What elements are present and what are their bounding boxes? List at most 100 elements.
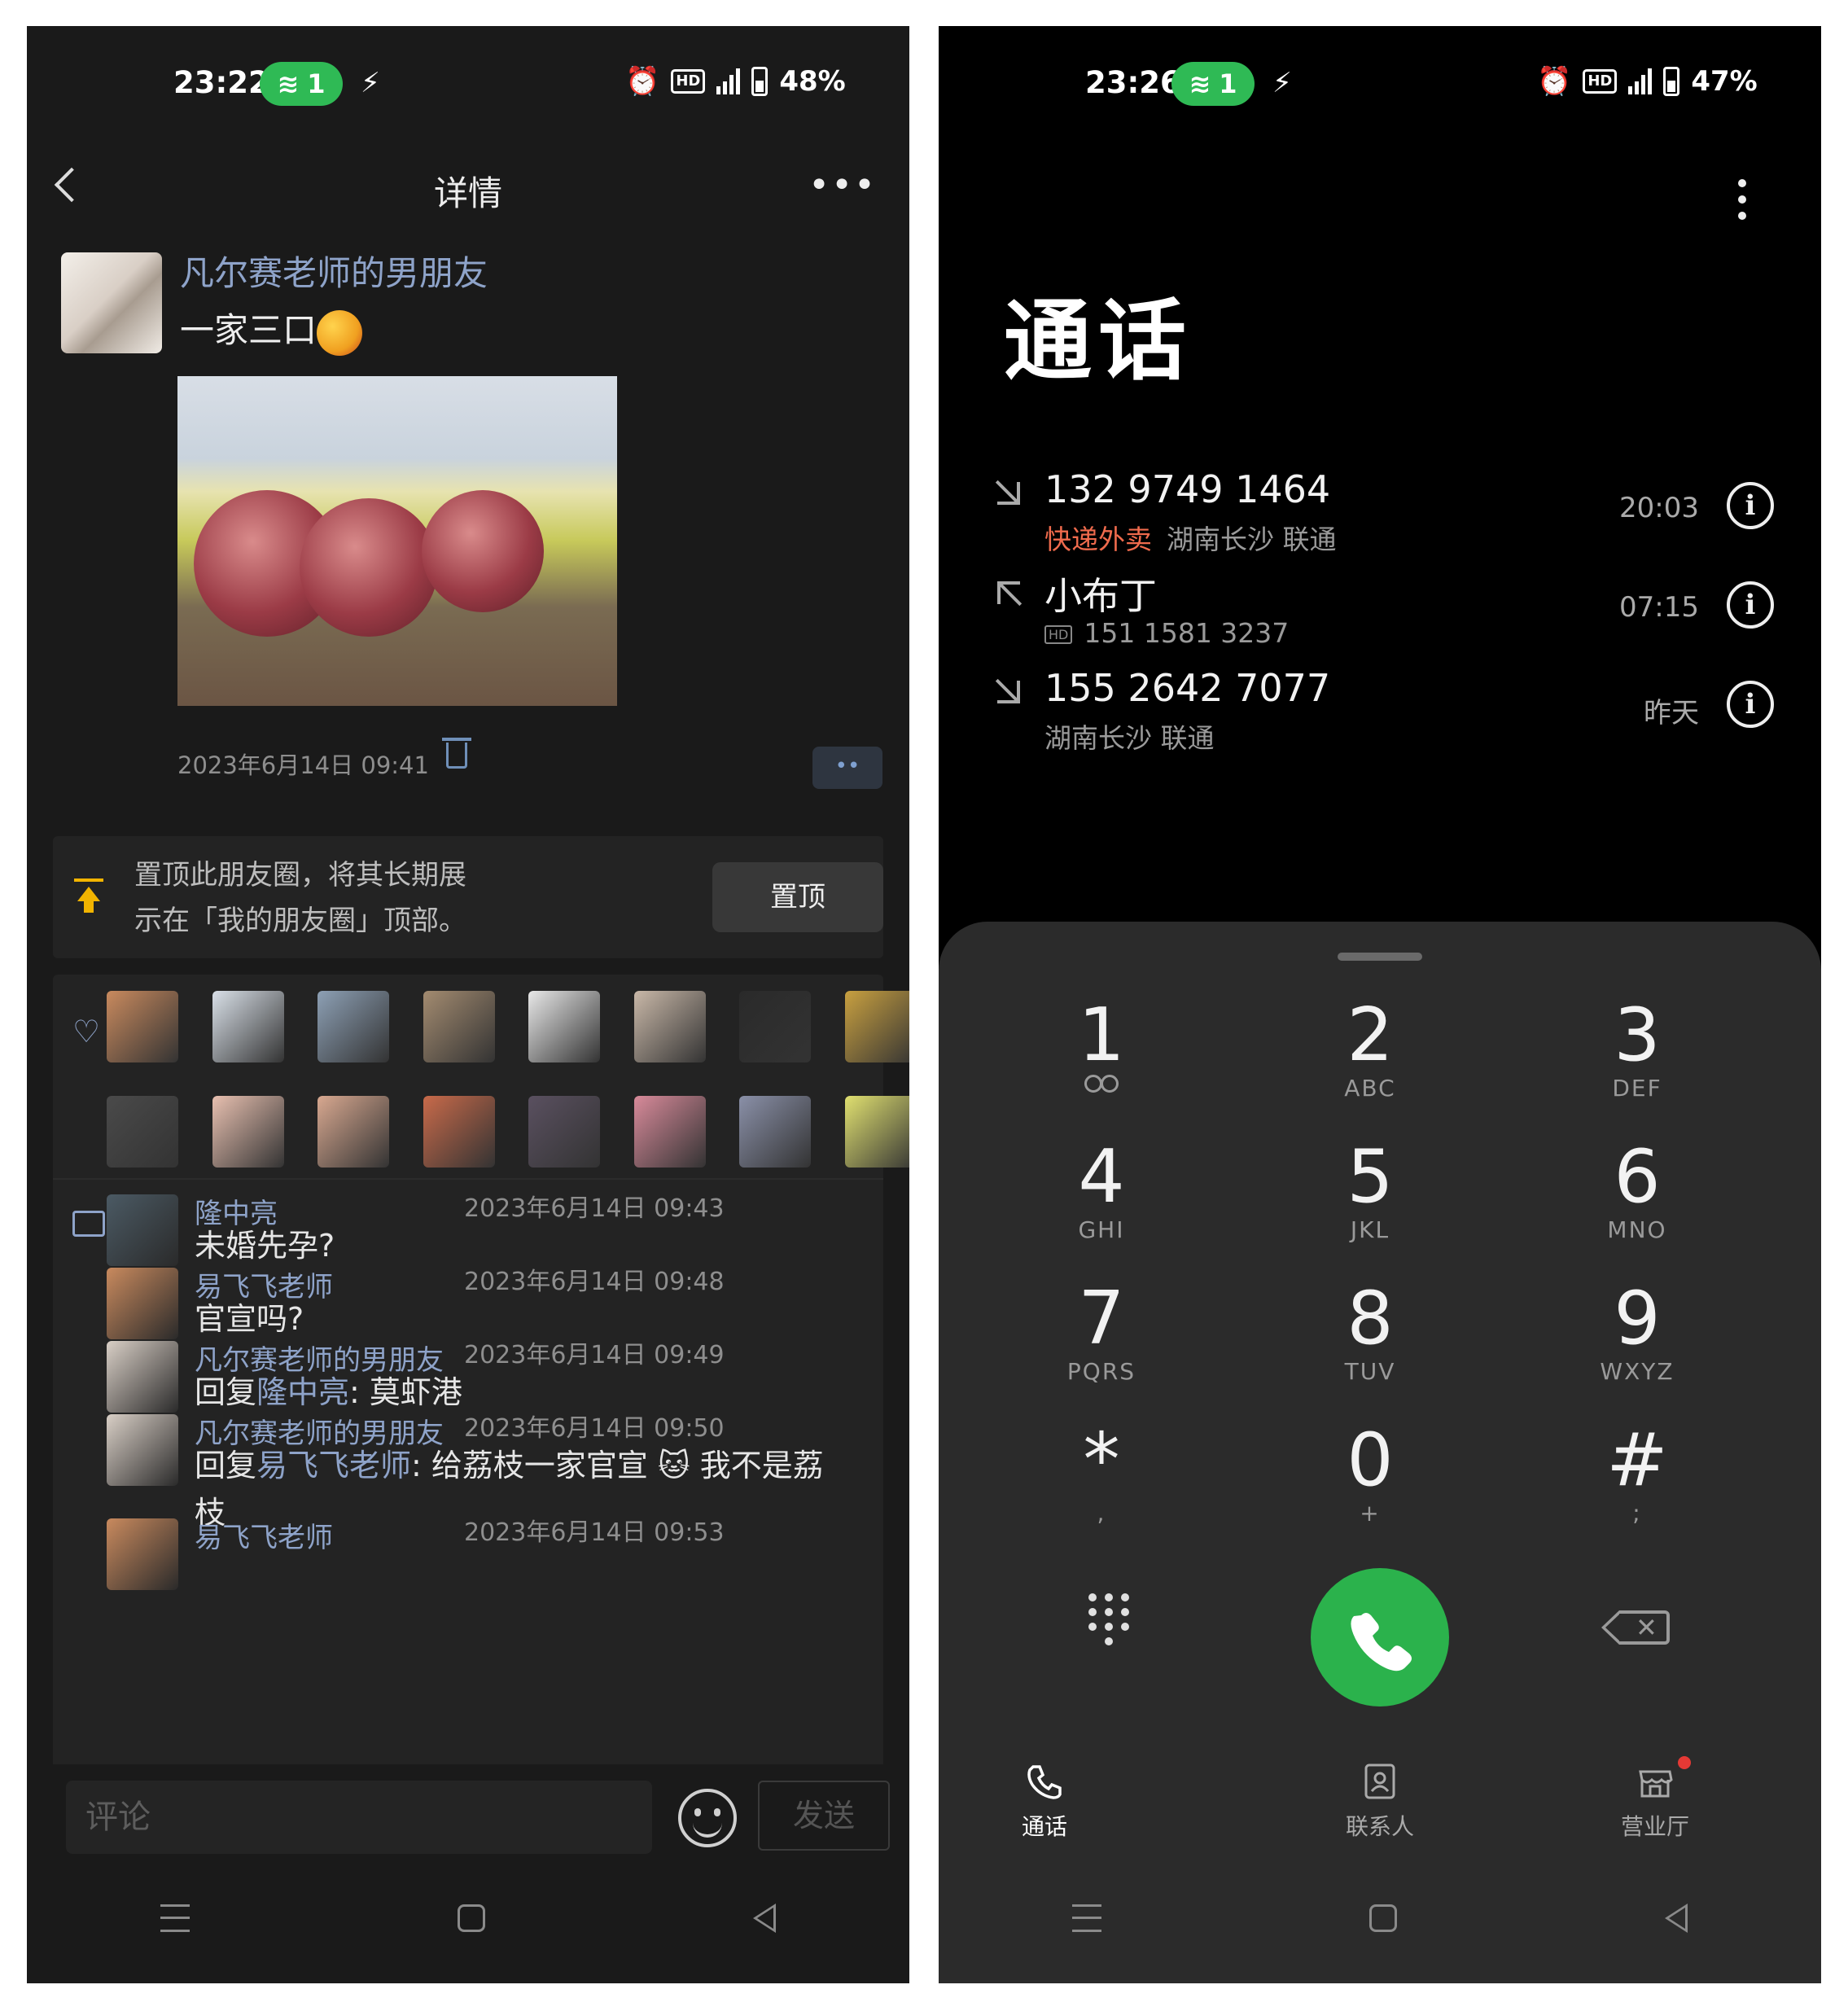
liker-avatar[interactable] [212,1096,284,1168]
liker-avatar[interactable] [739,991,811,1062]
info-icon[interactable]: i [1727,681,1774,728]
back-nav-icon[interactable] [752,1904,776,1933]
header: 详情 ••• [27,148,909,230]
liker-avatar[interactable] [423,991,495,1062]
author-avatar[interactable] [61,252,162,353]
post-photo[interactable] [177,376,617,706]
wifi-badge: ≋ 1 [1171,62,1255,106]
liker-avatar[interactable] [528,1096,600,1168]
key-hash[interactable]: #; [1523,1422,1751,1560]
commenter-avatar[interactable] [107,1518,178,1590]
info-icon[interactable]: i [1727,482,1774,529]
commenter-avatar[interactable] [107,1268,178,1339]
lychee-image-part [300,498,438,637]
liker-avatar[interactable] [633,991,706,1062]
status-time: 23:26 [1085,65,1181,100]
status-bar: 23:22 ≋ 1 ⚡ ⏰ HD 48% [27,26,909,140]
notification-dot [1678,1756,1691,1769]
hd-icon: HD [1583,69,1618,94]
more-vert-icon[interactable] [1738,179,1746,228]
wechat-moment-detail-screen: 23:22 ≋ 1 ⚡ ⏰ HD 48% 详情 ••• 凡尔赛老师的男朋友 一家三… [27,26,909,1983]
battery-icon [1663,67,1680,96]
status-right: ⏰ HD 47% [1537,65,1758,98]
emoji-icon[interactable] [678,1789,737,1847]
signal-icon [1628,68,1653,94]
hd-icon: HD [671,69,706,94]
pin-banner: 置顶此朋友圈，将其长期展示在「我的朋友圈」顶部。 置顶 [53,836,883,958]
commenter-avatar[interactable] [107,1414,178,1486]
tab-store[interactable]: 营业厅 [1574,1760,1736,1842]
key-4[interactable]: 4 GHI [987,1138,1215,1277]
liker-avatar[interactable] [423,1096,495,1168]
liker-avatar[interactable] [317,1096,389,1168]
key-3[interactable]: 3 DEF [1523,997,1751,1135]
menu-icon[interactable] [160,1904,190,1932]
wifi-icon: ≋ [1189,68,1211,99]
liker-avatar[interactable] [844,991,909,1062]
call-details: 快递外卖 湖南长沙 联通 [1044,524,1337,555]
commenter-name[interactable]: 易飞飞老师 [195,1515,333,1555]
like-comment-button[interactable]: •• [812,747,882,789]
battery-level: 47% [1691,65,1758,98]
call-number: 155 2642 7077 [1044,666,1331,710]
call-time: 20:03 [1619,492,1699,524]
key-star[interactable]: *, [987,1422,1215,1560]
liker-avatar[interactable] [107,1096,178,1168]
alarm-icon: ⏰ [1537,65,1572,98]
menu-icon[interactable] [1072,1904,1102,1932]
key-9[interactable]: 9 WXYZ [1523,1280,1751,1418]
comment-icon [72,1211,105,1237]
call-number: 小布丁 [1044,574,1157,618]
key-8[interactable]: 8 TUV [1256,1280,1484,1418]
tab-calls[interactable]: 通话 [963,1760,1126,1842]
status-bar: 23:26 ≋ 1 ⚡ ⏰ HD 47% [939,26,1821,140]
drag-handle[interactable] [1338,953,1422,961]
key-7[interactable]: 7 PQRS [987,1280,1215,1418]
comment-time: 2023年6月14日 09:43 [464,1194,725,1223]
home-icon[interactable] [1368,1904,1397,1932]
back-nav-icon[interactable] [1664,1904,1688,1933]
system-nav-bar [939,1853,1821,1983]
send-button[interactable]: 发送 [758,1781,890,1851]
info-icon[interactable]: i [1727,581,1774,629]
tab-contacts[interactable]: 联系人 [1298,1760,1461,1842]
comment-time: 2023年6月14日 09:53 [464,1518,725,1547]
call-details: HD 151 1581 3237 [1044,617,1289,649]
comment-time: 2023年6月14日 09:48 [464,1268,725,1296]
home-icon[interactable] [457,1904,485,1932]
liker-avatar[interactable] [844,1096,909,1168]
post-text: 一家三口 [180,303,363,356]
call-time: 07:15 [1619,591,1699,624]
system-nav-bar [27,1853,909,1983]
liker-avatar[interactable] [633,1096,706,1168]
author-name[interactable]: 凡尔赛老师的男朋友 [180,246,488,296]
hd-call-icon: HD [1044,625,1073,644]
call-log-item[interactable]: 155 2642 7077 湖南长沙 联通 昨天 i [939,666,1821,821]
key-0[interactable]: 0 + [1256,1422,1484,1560]
commenter-avatar[interactable] [107,1341,178,1413]
key-5[interactable]: 5 JKL [1256,1138,1484,1277]
key-6[interactable]: 6 MNO [1523,1138,1751,1277]
wifi-badge: ≋ 1 [260,62,343,106]
outgoing-call-icon [997,581,1020,604]
more-icon[interactable]: ••• [808,164,877,206]
dialpad-icon[interactable] [1088,1593,1134,1647]
liker-avatar[interactable] [212,991,284,1062]
liker-avatar[interactable] [107,991,178,1062]
key-2[interactable]: 2 ABC [1256,997,1484,1135]
family-emoji-icon [317,309,363,356]
page-title: 通话 [1004,291,1193,392]
commenter-avatar[interactable] [107,1194,178,1266]
key-1[interactable]: 1 [987,997,1215,1135]
comment-input[interactable]: 评论 [66,1781,652,1854]
heart-icon: ♡ [72,1014,101,1049]
charging-icon: ⚡ [361,67,380,99]
liker-avatar[interactable] [739,1096,811,1168]
delete-icon[interactable] [442,738,471,769]
call-button[interactable] [1311,1568,1449,1707]
liker-avatar[interactable] [317,991,389,1062]
pin-button[interactable]: 置顶 [712,862,883,932]
status-time: 23:22 [173,65,269,100]
liker-avatar[interactable] [528,991,600,1062]
call-details: 湖南长沙 联通 [1044,722,1215,754]
